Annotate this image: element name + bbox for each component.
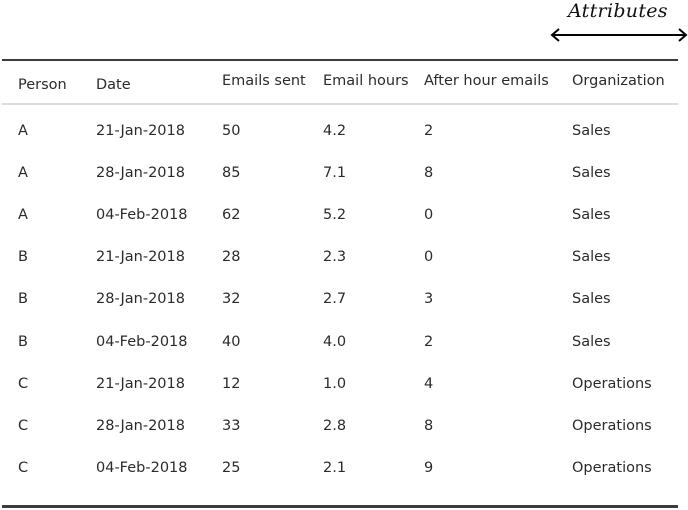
header-after-hour-emails: After hour emails bbox=[424, 73, 549, 89]
attributes-label: Attributes bbox=[568, 0, 668, 22]
cell-organization: Sales bbox=[572, 165, 611, 181]
cell-email-hours: 7.1 bbox=[323, 165, 347, 181]
cell-organization: Sales bbox=[572, 249, 611, 265]
cell-emails-sent: 28 bbox=[222, 249, 241, 265]
cell-person: C bbox=[18, 376, 29, 392]
cell-person: C bbox=[18, 460, 29, 476]
cell-person: B bbox=[18, 291, 28, 307]
cell-after-hour-emails: 2 bbox=[424, 123, 434, 139]
cell-email-hours: 2.8 bbox=[323, 418, 347, 434]
cell-organization: Operations bbox=[572, 376, 652, 392]
cell-after-hour-emails: 8 bbox=[424, 418, 434, 434]
cell-date: 04-Feb-2018 bbox=[96, 334, 188, 350]
cell-date: 21-Jan-2018 bbox=[96, 376, 185, 392]
cell-organization: Operations bbox=[572, 418, 652, 434]
cell-emails-sent: 50 bbox=[222, 123, 241, 139]
cell-person: A bbox=[18, 123, 28, 139]
cell-organization: Sales bbox=[572, 291, 611, 307]
cell-date: 28-Jan-2018 bbox=[96, 418, 185, 434]
header-emails-sent: Emails sent bbox=[222, 73, 306, 89]
cell-emails-sent: 40 bbox=[222, 334, 241, 350]
cell-emails-sent: 85 bbox=[222, 165, 241, 181]
cell-date: 28-Jan-2018 bbox=[96, 291, 185, 307]
cell-organization: Operations bbox=[572, 460, 652, 476]
double-headed-arrow-icon bbox=[550, 28, 688, 42]
table-top-rule bbox=[2, 59, 678, 61]
cell-person: B bbox=[18, 334, 28, 350]
cell-emails-sent: 32 bbox=[222, 291, 241, 307]
cell-emails-sent: 12 bbox=[222, 376, 241, 392]
header-email-hours: Email hours bbox=[323, 73, 409, 89]
cell-person: A bbox=[18, 165, 28, 181]
cell-email-hours: 2.1 bbox=[323, 460, 347, 476]
cell-date: 04-Feb-2018 bbox=[96, 460, 188, 476]
cell-email-hours: 2.7 bbox=[323, 291, 347, 307]
cell-date: 04-Feb-2018 bbox=[96, 207, 188, 223]
cell-organization: Sales bbox=[572, 123, 611, 139]
cell-after-hour-emails: 3 bbox=[424, 291, 434, 307]
table-header-rule bbox=[2, 103, 678, 105]
cell-email-hours: 4.2 bbox=[323, 123, 347, 139]
header-organization: Organization bbox=[572, 73, 665, 89]
cell-emails-sent: 62 bbox=[222, 207, 241, 223]
table-bottom-rule bbox=[2, 505, 678, 508]
cell-organization: Sales bbox=[572, 334, 611, 350]
cell-after-hour-emails: 9 bbox=[424, 460, 434, 476]
cell-date: 21-Jan-2018 bbox=[96, 249, 185, 265]
cell-emails-sent: 33 bbox=[222, 418, 241, 434]
cell-person: C bbox=[18, 418, 29, 434]
cell-email-hours: 1.0 bbox=[323, 376, 347, 392]
cell-date: 28-Jan-2018 bbox=[96, 165, 185, 181]
cell-person: A bbox=[18, 207, 28, 223]
cell-after-hour-emails: 8 bbox=[424, 165, 434, 181]
cell-organization: Sales bbox=[572, 207, 611, 223]
header-date: Date bbox=[96, 77, 131, 93]
cell-email-hours: 4.0 bbox=[323, 334, 347, 350]
cell-after-hour-emails: 2 bbox=[424, 334, 434, 350]
cell-after-hour-emails: 0 bbox=[424, 207, 434, 223]
header-person: Person bbox=[18, 77, 67, 93]
cell-after-hour-emails: 4 bbox=[424, 376, 434, 392]
cell-after-hour-emails: 0 bbox=[424, 249, 434, 265]
cell-email-hours: 2.3 bbox=[323, 249, 347, 265]
cell-email-hours: 5.2 bbox=[323, 207, 347, 223]
cell-date: 21-Jan-2018 bbox=[96, 123, 185, 139]
cell-person: B bbox=[18, 249, 28, 265]
cell-emails-sent: 25 bbox=[222, 460, 241, 476]
